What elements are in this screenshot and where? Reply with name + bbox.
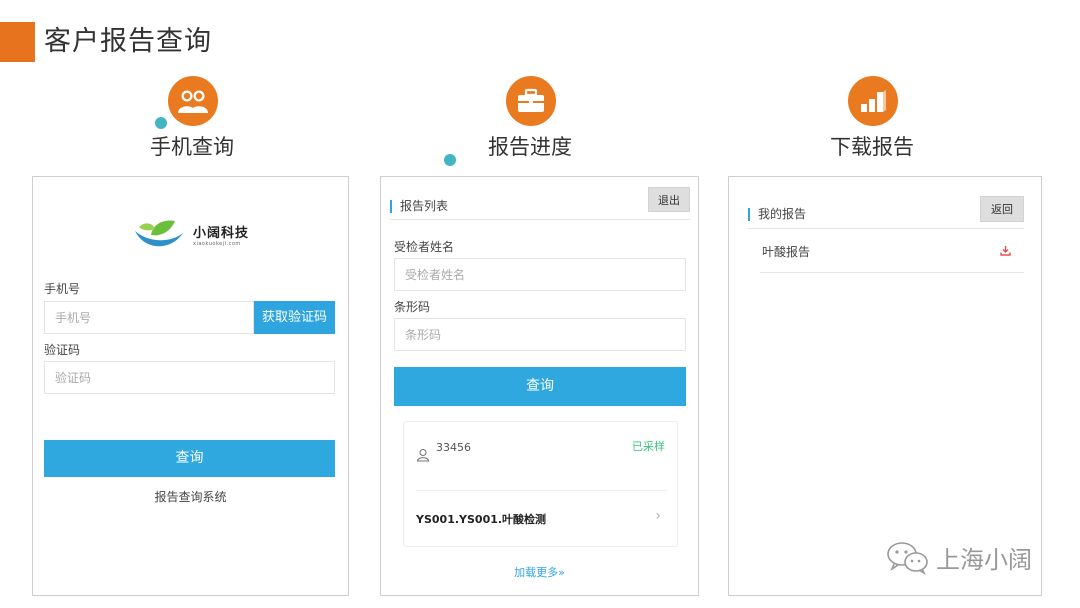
section-divider (748, 228, 1024, 229)
section-divider (390, 219, 690, 220)
chevron-right-icon[interactable]: › (655, 508, 661, 524)
card-title: YS001.YS001.叶酸检测 (416, 513, 547, 526)
user-icon (416, 448, 430, 462)
back-button[interactable]: 返回 (980, 196, 1024, 222)
load-more-link[interactable]: 加载更多» (381, 564, 698, 580)
code-input[interactable] (44, 361, 335, 394)
logo-mark-icon (135, 220, 183, 247)
bar-chart-icon (848, 76, 898, 126)
card-divider (416, 490, 667, 491)
system-label: 报告查询系统 (154, 490, 227, 504)
status-badge: 已采样 (632, 440, 665, 453)
download-report-panel: 我的报告 返回 叶酸报告 (728, 176, 1042, 596)
report-card[interactable]: 33456 已采样 YS001.YS001.叶酸检测 › (403, 421, 678, 547)
code-field-label: 验证码 (44, 343, 81, 357)
query-button[interactable]: 查询 (394, 367, 686, 406)
column-label-phone: 手机查询 (150, 135, 234, 159)
barcode-input[interactable] (394, 318, 686, 351)
barcode-field-label: 条形码 (394, 300, 431, 314)
section-title: 我的报告 (748, 208, 806, 221)
logout-button[interactable]: 退出 (648, 187, 690, 212)
name-field-label: 受检者姓名 (394, 240, 455, 254)
card-id: 33456 (436, 441, 471, 454)
wechat-icon (887, 541, 928, 575)
page-title: 客户报告查询 (44, 26, 212, 57)
header-accent-bar (0, 22, 35, 62)
download-icon[interactable] (1000, 245, 1011, 256)
get-code-button[interactable]: 获取验证码 (254, 301, 335, 334)
name-input[interactable] (394, 258, 686, 291)
company-logo: 小阔科技 xiaokuokeji.com (131, 217, 249, 251)
watermark-text: 上海小阔 (936, 546, 1032, 574)
column-label-progress: 报告进度 (488, 135, 572, 159)
phone-input[interactable] (44, 301, 254, 334)
list-divider (760, 272, 1024, 273)
users-icon (168, 76, 218, 126)
report-progress-panel: 报告列表 退出 受检者姓名 条形码 查询 33456 已采样 YS001.YS0… (380, 176, 699, 596)
watermark: 上海小阔 (886, 540, 1032, 575)
decorative-dot (155, 117, 167, 129)
phone-query-panel: 小阔科技 xiaokuokeji.com 手机号 获取验证码 验证码 查询 报告… (32, 176, 349, 596)
section-title: 报告列表 (390, 200, 448, 213)
query-button[interactable]: 查询 (44, 440, 335, 477)
column-label-download: 下载报告 (830, 135, 914, 159)
phone-field-label: 手机号 (44, 282, 81, 296)
briefcase-icon (506, 76, 556, 126)
report-item-label[interactable]: 叶酸报告 (762, 243, 810, 260)
